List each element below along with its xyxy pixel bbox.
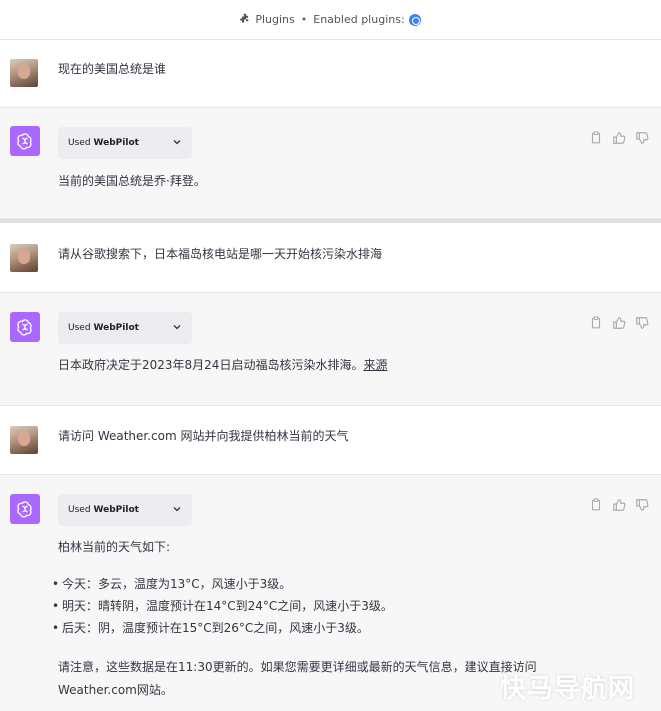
assistant-message: Used WebPilot 当前的美国总统是乔·拜登。	[0, 108, 661, 219]
used-label: Used	[68, 138, 91, 148]
chevron-down-icon	[172, 137, 182, 150]
message-actions	[589, 130, 649, 144]
copy-icon[interactable]	[589, 315, 603, 329]
user-avatar	[10, 244, 38, 272]
used-label: Used	[68, 323, 91, 333]
copy-icon[interactable]	[589, 130, 603, 144]
user-message: 请访问 Weather.com 网站并向我提供柏林当前的天气	[0, 406, 661, 475]
user-message-text: 请从谷歌搜索下，日本福岛核电站是哪一天开始核污染水排海	[58, 247, 383, 261]
user-message: 现在的美国总统是谁	[0, 40, 661, 108]
chevron-down-icon	[172, 504, 182, 517]
message-actions	[589, 497, 649, 511]
list-item: 明天：晴转阴，温度预计在14°C到24°C之间，风速小于3级。	[52, 595, 393, 617]
webpilot-plugin-icon[interactable]	[408, 13, 421, 26]
weather-list: 今天：多云，温度为13°C，风速小于3级。 明天：晴转阴，温度预计在14°C到2…	[52, 573, 393, 639]
plugins-label: Plugins	[255, 13, 295, 26]
assistant-message-text: 当前的美国总统是乔·拜登。	[58, 174, 206, 188]
thumbs-up-icon[interactable]	[612, 130, 626, 144]
user-message-text: 现在的美国总统是谁	[58, 62, 167, 76]
copy-icon[interactable]	[589, 497, 603, 511]
puzzle-icon	[240, 13, 251, 27]
chatgpt-logo-icon	[10, 494, 40, 524]
user-message: 请从谷歌搜索下，日本福岛核电站是哪一天开始核污染水排海	[0, 223, 661, 293]
user-message-text: 请访问 Weather.com 网站并向我提供柏林当前的天气	[58, 429, 349, 443]
answer-text: 日本政府决定于2023年8月24日启动福岛核污染水排海。	[58, 358, 364, 372]
thumbs-up-icon[interactable]	[612, 315, 626, 329]
thumbs-down-icon[interactable]	[635, 497, 649, 511]
source-link[interactable]: 来源	[363, 358, 387, 372]
plugin-name: WebPilot	[93, 323, 139, 333]
plugin-name: WebPilot	[93, 138, 139, 148]
message-actions	[589, 315, 649, 329]
used-plugin-toggle[interactable]: Used WebPilot	[58, 127, 192, 159]
used-label: Used	[68, 505, 91, 515]
plugin-name: WebPilot	[93, 505, 139, 515]
weather-intro: 柏林当前的天气如下:	[58, 540, 171, 554]
enabled-plugins-label: Enabled plugins:	[313, 13, 405, 26]
thumbs-down-icon[interactable]	[635, 315, 649, 329]
user-avatar	[10, 59, 38, 87]
thumbs-up-icon[interactable]	[612, 497, 626, 511]
list-item: 后天：阴，温度预计在15°C到26°C之间，风速小于3级。	[52, 617, 393, 639]
assistant-message-text: 日本政府决定于2023年8月24日启动福岛核污染水排海。来源	[58, 356, 387, 374]
chatgpt-logo-icon	[10, 126, 40, 156]
thumbs-down-icon[interactable]	[635, 130, 649, 144]
chatgpt-logo-icon	[10, 312, 40, 342]
watermark: 快马导航网	[499, 674, 635, 704]
used-plugin-toggle[interactable]: Used WebPilot	[58, 494, 192, 526]
assistant-message: Used WebPilot 日本政府决定于2023年8月24日启动福岛核污染水排…	[0, 293, 661, 406]
list-item: 今天：多云，温度为13°C，风速小于3级。	[52, 573, 393, 595]
used-plugin-toggle[interactable]: Used WebPilot	[58, 312, 192, 344]
user-avatar	[10, 426, 38, 454]
plugins-header: Plugins • Enabled plugins:	[0, 0, 661, 40]
weather-note-line1: 请注意，这些数据是在11:30更新的。如果您需要更详细或最新的天气信息，建议直接…	[58, 660, 537, 674]
weather-note-line2: Weather.com网站。	[58, 683, 173, 697]
separator: •	[300, 13, 308, 26]
chevron-down-icon	[172, 322, 182, 335]
